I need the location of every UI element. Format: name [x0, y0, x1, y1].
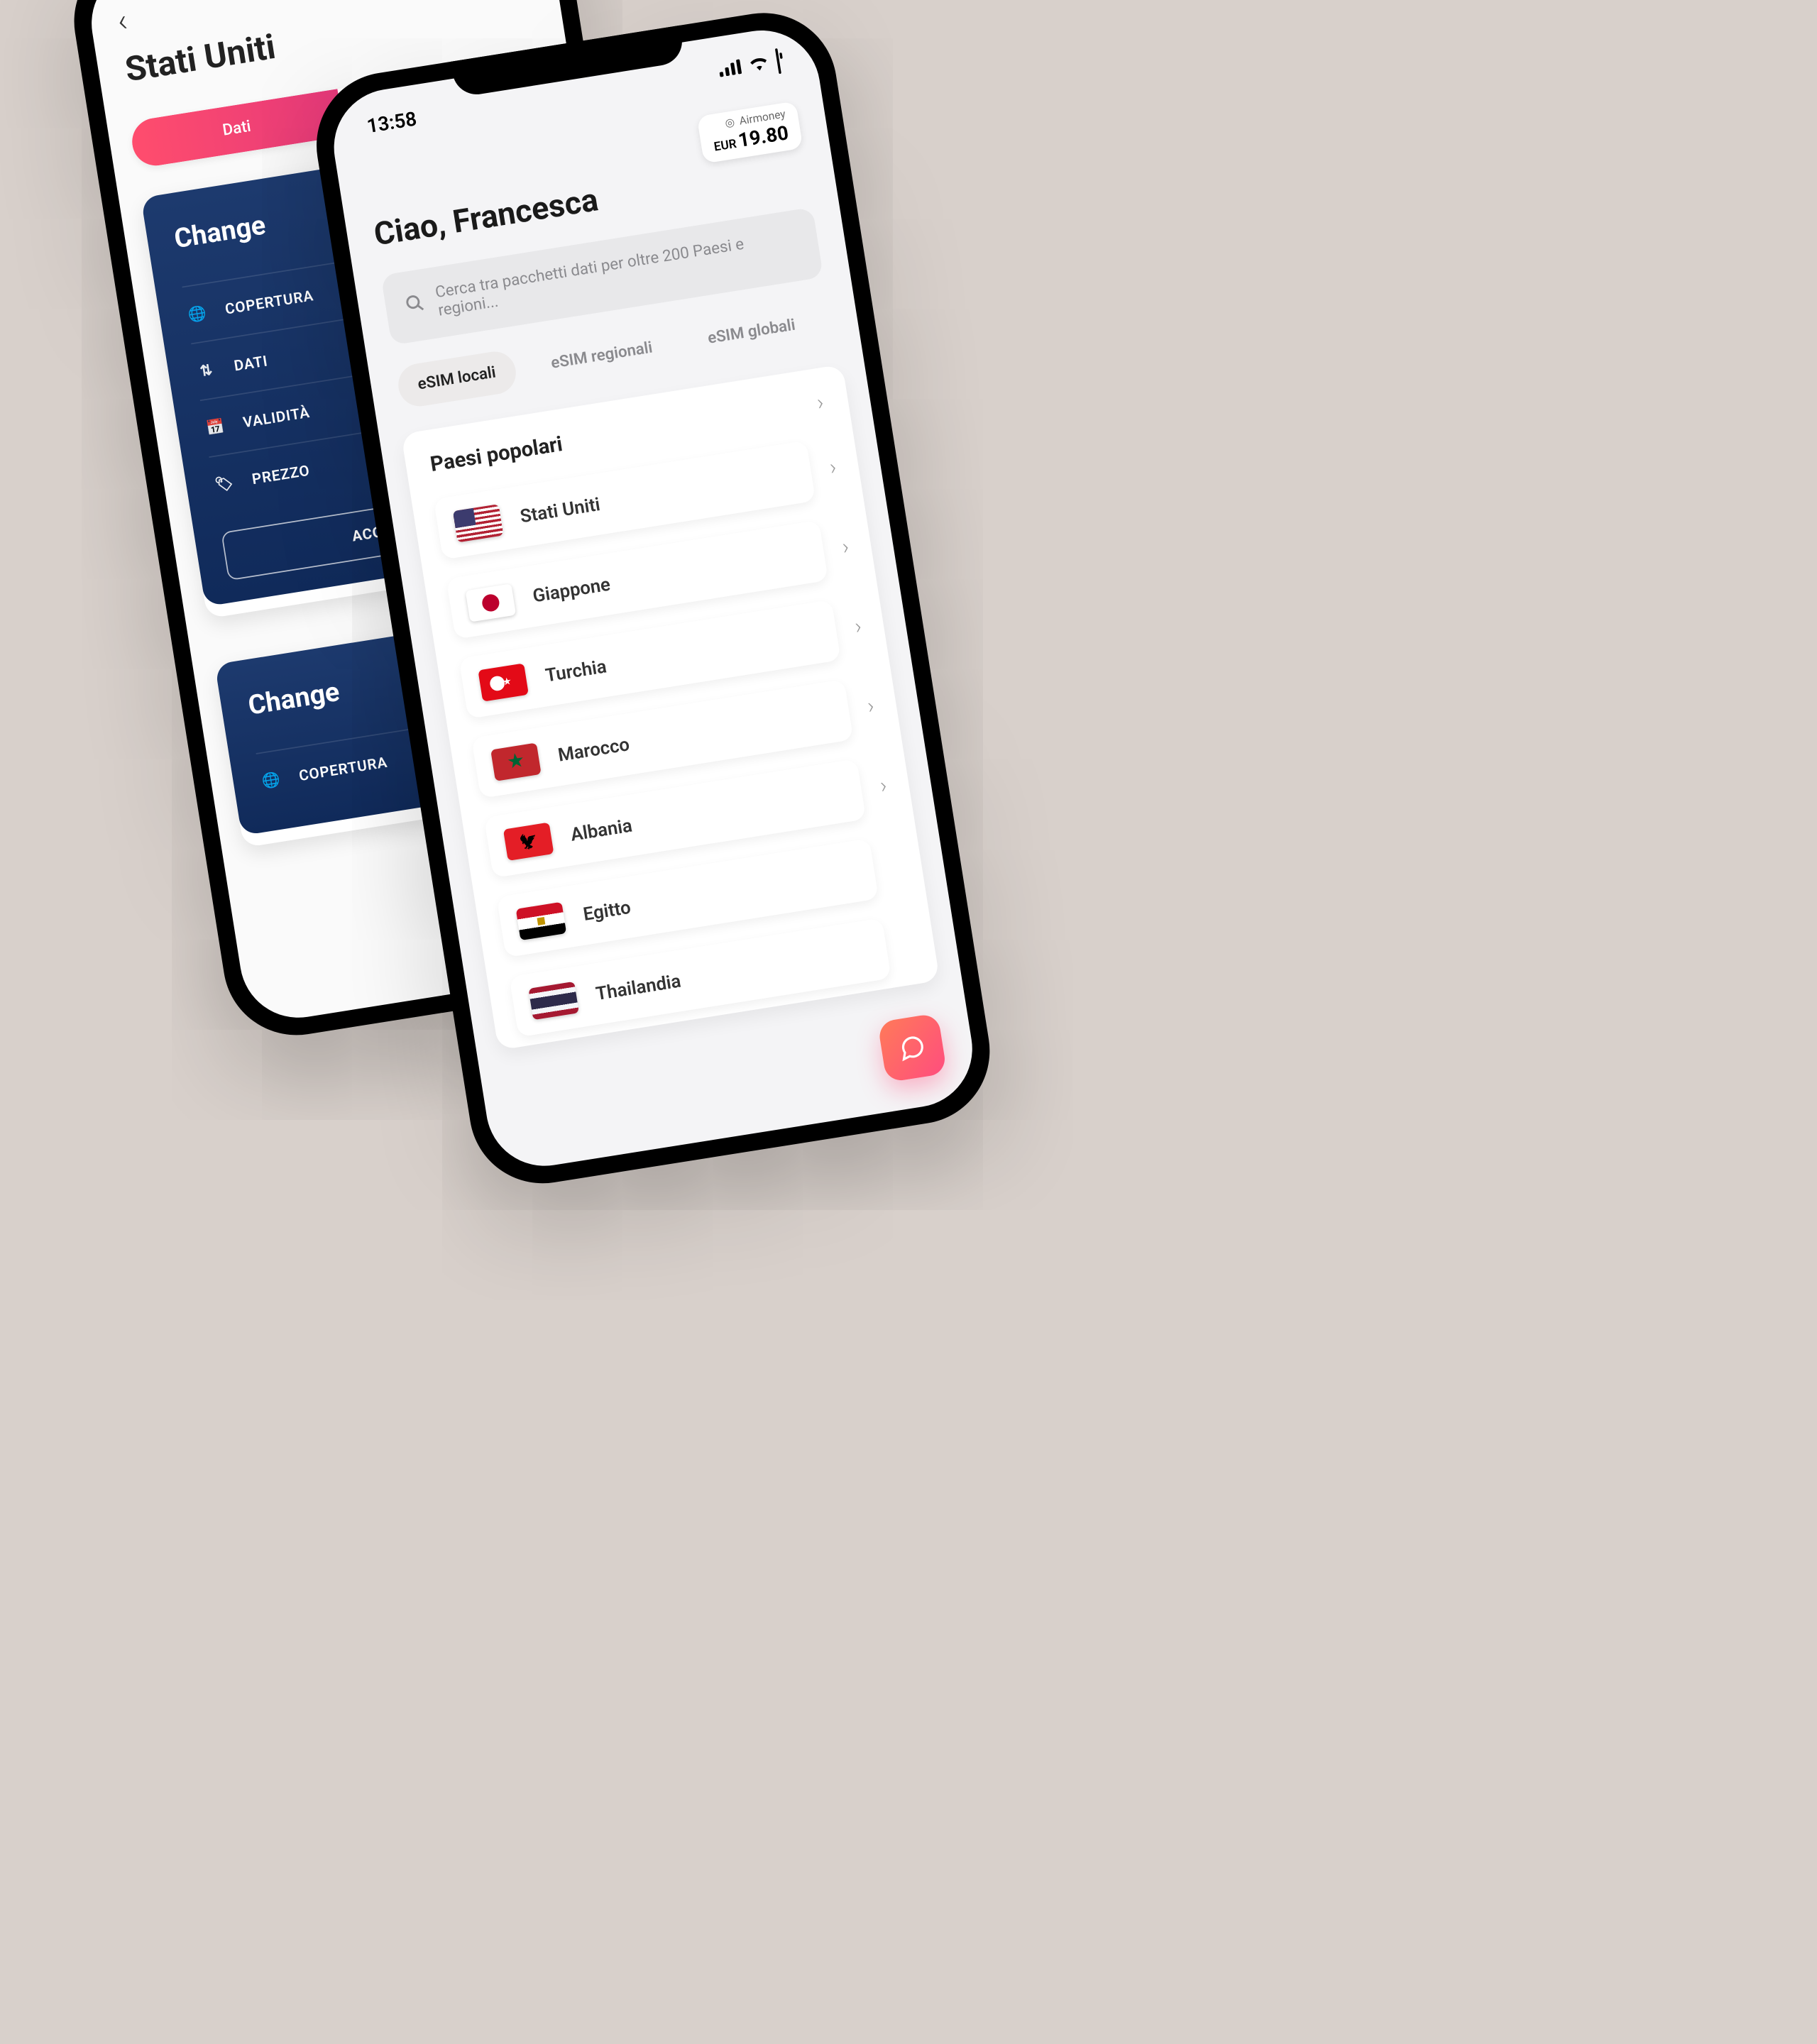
tab-esim-global[interactable]: eSIM globali — [685, 301, 818, 363]
country-name: Turchia — [544, 655, 608, 686]
data-icon: ⇅ — [194, 361, 219, 381]
price-label: PREZZO — [251, 462, 311, 488]
section-title: Paesi popolari — [429, 432, 564, 476]
country-name: Thailandia — [594, 969, 682, 1004]
chat-fab-button[interactable] — [877, 1013, 947, 1082]
chevron-right-icon: › — [853, 613, 864, 639]
flag-icon-us — [453, 504, 504, 542]
country-name: Albania — [569, 814, 634, 845]
globe-icon: 🌐 — [259, 770, 283, 791]
chevron-right-icon[interactable]: › — [815, 390, 825, 416]
coverage-label: COPERTURA — [224, 287, 314, 317]
chevron-right-icon: › — [828, 454, 838, 480]
tab-data[interactable]: Dati — [128, 89, 344, 169]
coverage-label: COPERTURA — [298, 754, 389, 784]
validity-label: VALIDITÀ — [242, 404, 312, 432]
globe-icon: 🌐 — [185, 304, 209, 324]
wifi-icon — [746, 50, 772, 77]
battery-icon — [775, 49, 781, 72]
cellular-signal-icon — [718, 59, 742, 77]
data-label: DATI — [233, 352, 269, 374]
flag-icon-th — [528, 982, 579, 1020]
calendar-icon: 📅 — [203, 417, 227, 437]
airmoney-currency: EUR — [713, 138, 737, 155]
tab-esim-local[interactable]: eSIM locali — [395, 348, 518, 409]
flag-icon-ma — [490, 742, 542, 781]
country-name: Egitto — [581, 896, 632, 925]
country-name: Stati Uniti — [519, 493, 602, 527]
chevron-right-icon: › — [878, 772, 889, 798]
chat-bubble-icon — [897, 1033, 928, 1063]
flag-icon-al — [503, 823, 554, 861]
chevron-right-icon: › — [840, 534, 851, 560]
country-name: Giappone — [531, 573, 612, 608]
price-tag-icon: 🏷 — [212, 473, 236, 494]
tab-esim-regional[interactable]: eSIM regionali — [529, 324, 675, 388]
chevron-right-icon: › — [865, 693, 876, 719]
country-name: Marocco — [556, 733, 631, 766]
search-placeholder: Cerca tra pacchetti dati per oltre 200 P… — [434, 227, 802, 321]
search-icon — [404, 292, 427, 319]
popular-countries-section: Paesi popolari › Stati Uniti› Giappone› … — [401, 364, 940, 1050]
status-time: 13:58 — [365, 106, 418, 137]
flag-icon-tr — [478, 663, 529, 701]
flag-icon-eg — [516, 902, 567, 940]
